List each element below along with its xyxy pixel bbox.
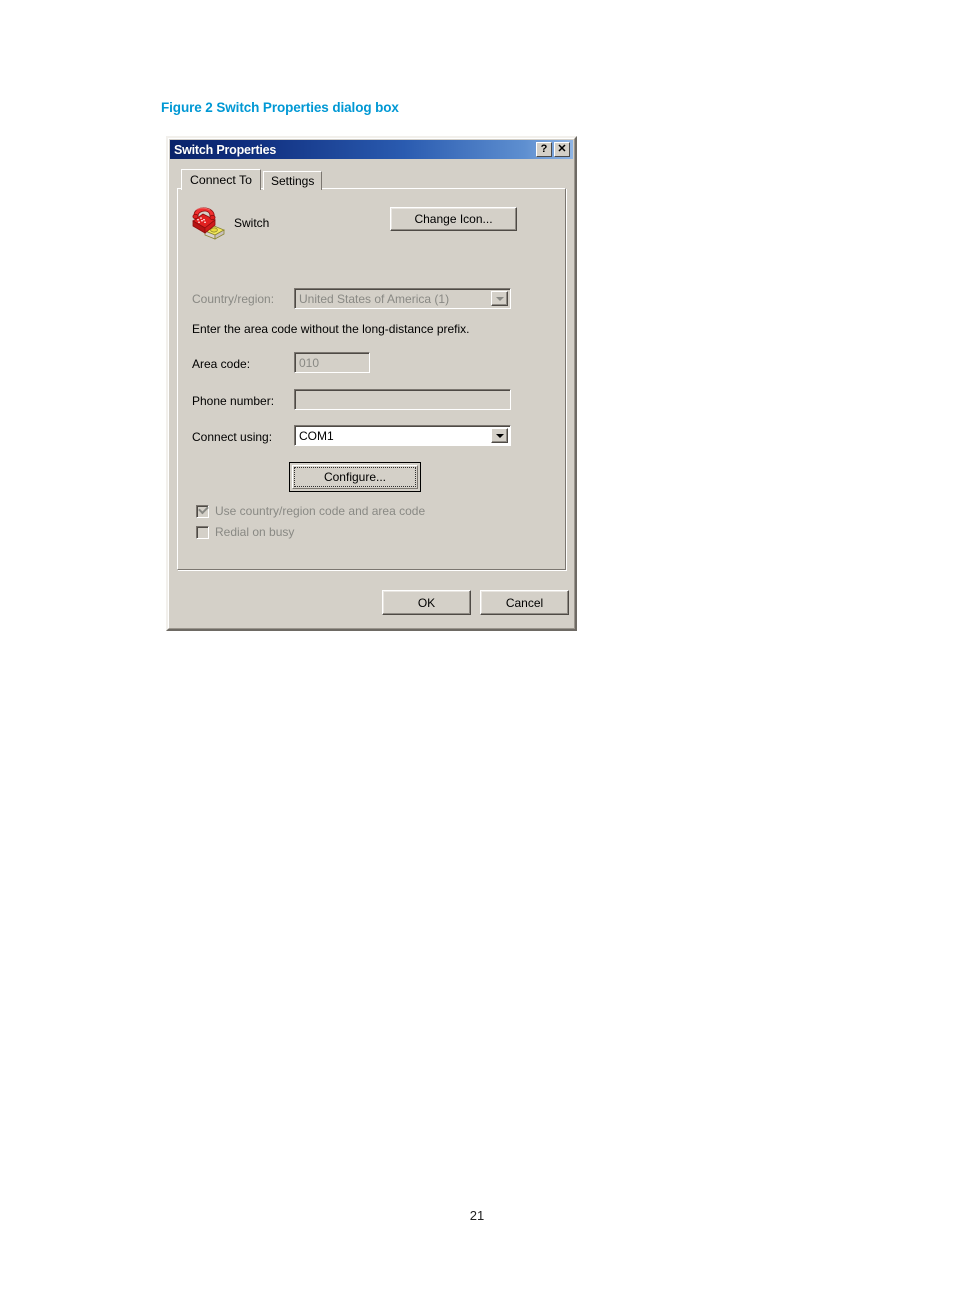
figure-caption: Figure 2 Switch Properties dialog box: [161, 100, 399, 115]
phone-number-input[interactable]: [294, 389, 511, 410]
dialog-title: Switch Properties: [174, 142, 277, 157]
tab-connect-to[interactable]: Connect To: [181, 169, 261, 190]
area-code-label: Area code:: [192, 357, 251, 371]
tab-settings[interactable]: Settings: [262, 171, 323, 190]
use-country-code-label: Use country/region code and area code: [215, 504, 426, 518]
page-number: 21: [469, 1208, 485, 1223]
chevron-down-icon[interactable]: [491, 291, 508, 306]
area-code-input[interactable]: 010: [294, 352, 370, 373]
device-identity-row: Switch: [190, 206, 269, 240]
tab-settings-label: Settings: [270, 174, 315, 188]
change-icon-button-label: Change Icon...: [414, 212, 493, 226]
ok-button-label: OK: [417, 595, 436, 610]
change-icon-button[interactable]: Change Icon...: [390, 207, 517, 231]
checkbox-box: [196, 525, 209, 539]
area-code-hint: Enter the area code without the long-dis…: [192, 322, 470, 336]
area-code-value: 010: [299, 355, 320, 370]
connect-using-select[interactable]: COM1: [294, 425, 511, 446]
titlebar-button-group: ? ✕: [536, 142, 570, 157]
check-icon: [198, 503, 209, 514]
dialog-titlebar[interactable]: Switch Properties ? ✕: [170, 140, 573, 159]
redial-on-busy-checkbox[interactable]: Redial on busy: [196, 525, 294, 539]
cancel-button[interactable]: Cancel: [480, 590, 569, 615]
close-icon[interactable]: ✕: [554, 142, 570, 157]
checkbox-box: [196, 503, 209, 518]
configure-button-label: Configure...: [323, 470, 387, 484]
connect-using-value: COM1: [299, 428, 334, 443]
use-country-code-checkbox[interactable]: Use country/region code and area code: [196, 503, 426, 518]
ok-button[interactable]: OK: [382, 590, 471, 615]
connect-using-label: Connect using:: [192, 430, 273, 444]
chevron-down-icon[interactable]: [491, 428, 508, 443]
country-region-value: United States of America (1): [299, 291, 450, 306]
tab-strip: Connect To Settings: [181, 169, 324, 190]
help-button[interactable]: ?: [536, 142, 552, 157]
tab-connect-to-label: Connect To: [190, 173, 252, 187]
switch-properties-dialog: Switch Properties ? ✕ Connect To Setting…: [166, 136, 577, 631]
cancel-button-label: Cancel: [505, 595, 544, 610]
country-region-label: Country/region:: [192, 292, 275, 306]
country-region-select[interactable]: United States of America (1): [294, 288, 511, 309]
telephone-icon: [190, 206, 226, 240]
phone-number-label: Phone number:: [192, 394, 275, 408]
configure-button[interactable]: Configure...: [289, 462, 421, 492]
redial-on-busy-label: Redial on busy: [215, 525, 295, 539]
device-name: Switch: [234, 216, 270, 230]
